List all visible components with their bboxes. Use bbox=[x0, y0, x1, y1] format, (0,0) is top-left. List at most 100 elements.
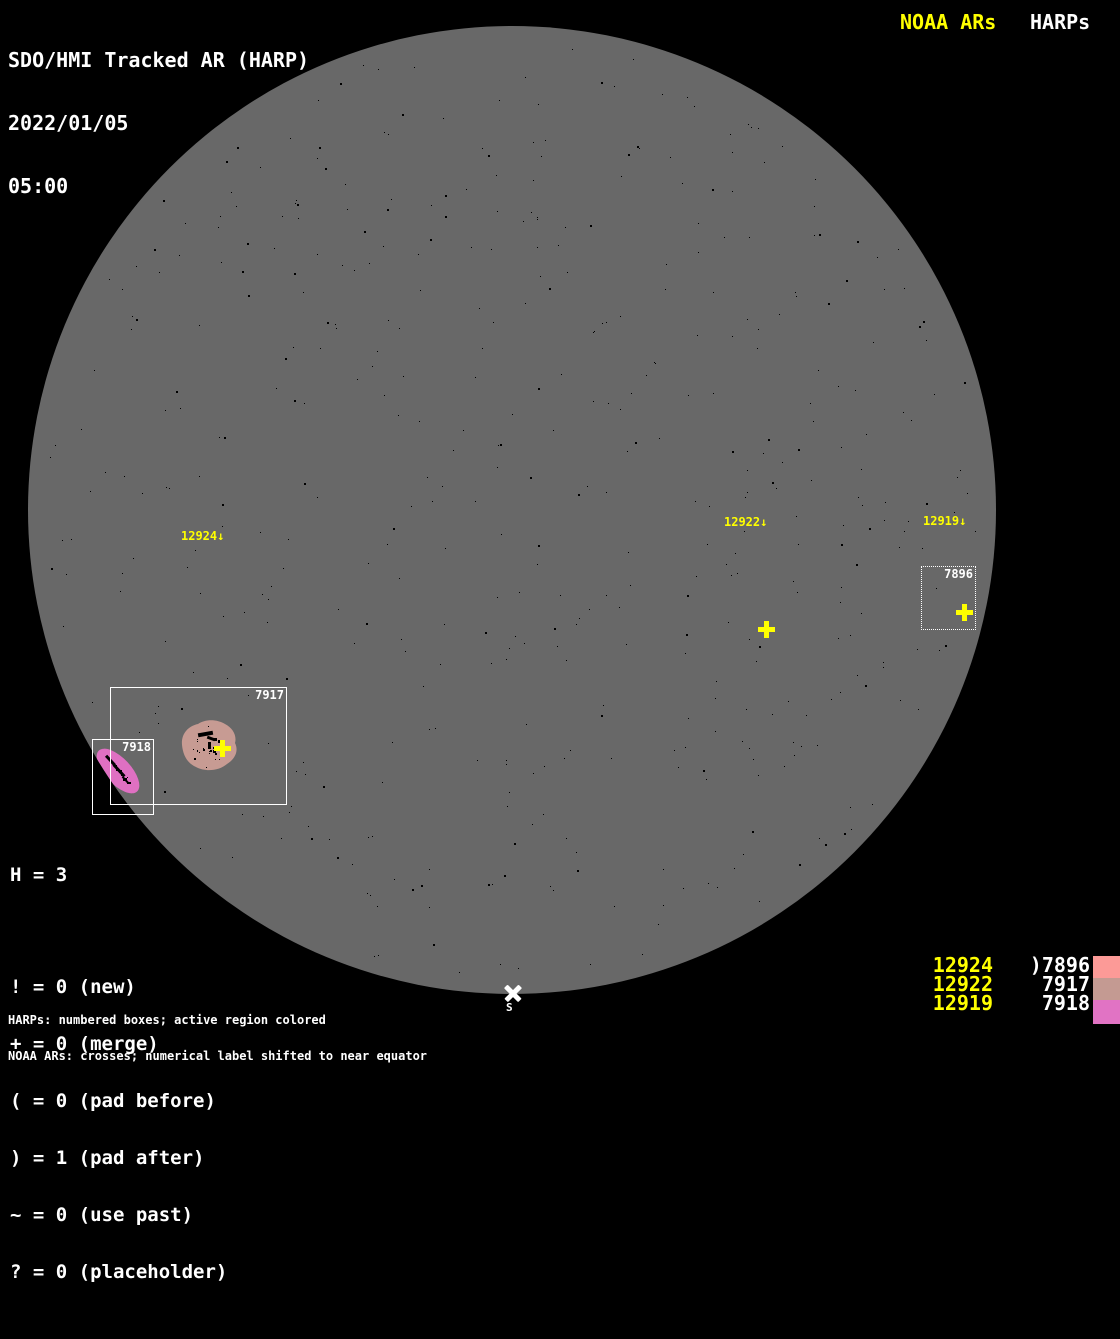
magnetogram-speck bbox=[687, 395, 689, 397]
magnetogram-speck bbox=[267, 622, 268, 624]
magnetogram-speck bbox=[154, 249, 157, 252]
magnetogram-speck bbox=[883, 520, 885, 522]
magnetogram-speck bbox=[850, 807, 852, 808]
magnetogram-speck bbox=[565, 660, 567, 662]
magnetogram-speck bbox=[589, 225, 592, 228]
magnetogram-speck bbox=[871, 803, 873, 805]
magnetogram-speck bbox=[908, 521, 910, 523]
magnetogram-speck bbox=[506, 763, 508, 765]
magnetogram-speck bbox=[614, 905, 616, 907]
magnetogram-speck bbox=[838, 638, 840, 640]
magnetogram-speck bbox=[524, 643, 526, 645]
noaa-ars-heading: NOAA ARs bbox=[900, 10, 997, 34]
magnetogram-speck bbox=[850, 829, 852, 831]
magnetogram-speck bbox=[320, 347, 322, 349]
noaa-ar-label-12924: 12924↓ bbox=[181, 529, 225, 543]
magnetogram-speck bbox=[613, 86, 615, 88]
magnetogram-speck bbox=[371, 835, 373, 837]
magnetogram-speck bbox=[324, 167, 327, 170]
magnetogram-speck bbox=[758, 127, 760, 129]
magnetogram-speck bbox=[387, 320, 389, 322]
magnetogram-speck bbox=[840, 602, 842, 604]
magnetogram-speck bbox=[499, 99, 501, 101]
magnetogram-speck bbox=[565, 837, 567, 839]
magnetogram-speck bbox=[121, 573, 123, 575]
magnetogram-speck bbox=[500, 533, 502, 535]
magnetogram-speck bbox=[294, 399, 297, 402]
magnetogram-speck bbox=[458, 971, 460, 973]
magnetogram-speck bbox=[221, 504, 224, 507]
magnetogram-speck bbox=[792, 581, 794, 583]
magnetogram-speck bbox=[500, 444, 503, 447]
magnetogram-speck bbox=[310, 838, 313, 841]
magnetogram-speck bbox=[538, 387, 541, 390]
magnetogram-speck bbox=[841, 446, 843, 448]
color-swatch bbox=[1093, 1000, 1120, 1024]
magnetogram-speck bbox=[857, 674, 859, 676]
magnetogram-speck bbox=[857, 240, 860, 243]
magnetogram-speck bbox=[142, 492, 144, 494]
magnetogram-speck bbox=[856, 564, 859, 567]
magnetogram-speck bbox=[709, 505, 711, 507]
magnetogram-speck bbox=[860, 468, 862, 470]
magnetogram-speck bbox=[814, 206, 816, 208]
magnetogram-speck bbox=[530, 211, 532, 213]
magnetogram-speck bbox=[431, 204, 433, 206]
magnetogram-speck bbox=[735, 552, 737, 554]
magnetogram-speck bbox=[865, 685, 868, 688]
magnetogram-speck bbox=[368, 263, 370, 265]
magnetogram-speck bbox=[377, 906, 379, 908]
magnetogram-speck bbox=[796, 515, 798, 517]
magnetogram-speck bbox=[292, 347, 294, 349]
magnetogram-speck bbox=[575, 851, 577, 853]
south-pole-marker-icon bbox=[504, 984, 522, 1002]
magnetogram-speck bbox=[637, 146, 640, 149]
magnetogram-speck bbox=[351, 863, 353, 865]
magnetogram-speck bbox=[605, 322, 607, 324]
magnetogram-speck bbox=[922, 548, 924, 550]
magnetogram-speck bbox=[365, 623, 368, 626]
magnetogram-speck bbox=[322, 786, 325, 789]
magnetogram-speck bbox=[281, 837, 283, 839]
magnetogram-speck bbox=[743, 531, 745, 533]
magnetogram-speck bbox=[563, 758, 565, 760]
magnetogram-speck bbox=[603, 704, 605, 706]
magnetogram-speck bbox=[747, 124, 749, 126]
harp-box-label: 7917 bbox=[255, 688, 284, 702]
magnetogram-speck bbox=[742, 740, 744, 742]
magnetogram-speck bbox=[537, 246, 538, 248]
magnetogram-speck bbox=[81, 428, 83, 430]
magnetogram-speck bbox=[605, 492, 607, 494]
magnetogram-speck bbox=[93, 370, 95, 372]
color-swatch bbox=[1093, 978, 1120, 1000]
magnetogram-speck bbox=[347, 209, 349, 211]
magnetogram-speck bbox=[798, 544, 799, 546]
magnetogram-speck bbox=[742, 853, 744, 855]
magnetogram-speck bbox=[244, 611, 246, 613]
magnetogram-speck bbox=[661, 94, 663, 96]
magnetogram-speck bbox=[793, 755, 795, 757]
magnetogram-speck bbox=[967, 493, 969, 495]
magnetogram-speck bbox=[964, 381, 967, 384]
page-title: SDO/HMI Tracked AR (HARP) bbox=[8, 48, 310, 72]
magnetogram-speck bbox=[336, 327, 338, 329]
magnetogram-speck bbox=[593, 400, 595, 402]
magnetogram-speck bbox=[772, 481, 775, 484]
magnetogram-speck bbox=[374, 955, 376, 957]
magnetogram-speck bbox=[509, 791, 511, 793]
magnetogram-speck bbox=[903, 530, 905, 532]
magnetogram-speck bbox=[696, 335, 698, 337]
magnetogram-speck bbox=[496, 210, 498, 212]
magnetogram-speck bbox=[282, 567, 284, 569]
magnetogram-speck bbox=[369, 895, 371, 897]
magnetogram-speck bbox=[428, 868, 430, 870]
magnetogram-speck bbox=[487, 883, 490, 886]
magnetogram-speck bbox=[488, 155, 491, 158]
flag-legend-item: ) = 1 (pad after) bbox=[10, 1147, 205, 1169]
magnetogram-speck bbox=[397, 414, 399, 416]
magnetogram-speck bbox=[839, 692, 841, 694]
magnetogram-speck bbox=[781, 462, 783, 464]
magnetogram-speck bbox=[882, 666, 884, 668]
magnetogram-speck bbox=[286, 678, 288, 681]
magnetogram-speck bbox=[926, 340, 928, 342]
